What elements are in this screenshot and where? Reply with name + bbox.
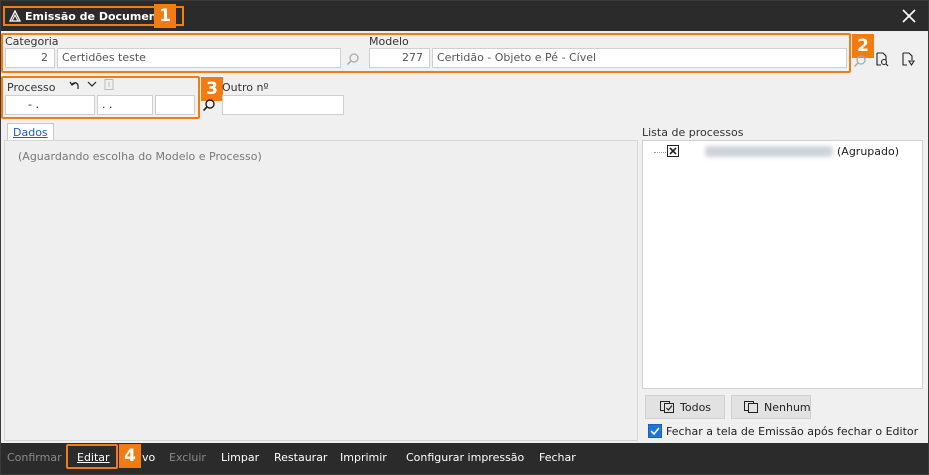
document-config-icon[interactable] <box>900 51 916 70</box>
footer-bar: Confirmar Editar 4 vo Excluir Limpar Res… <box>1 443 928 474</box>
imprimir-button[interactable]: Imprimir <box>340 451 387 464</box>
limpar-button[interactable]: Limpar <box>221 451 259 464</box>
fechar-checkbox-label: Fechar a tela de Emissão após fechar o E… <box>666 425 919 438</box>
dados-panel: (Aguardando escolha do Modelo e Processo… <box>4 140 638 441</box>
fechar-checkbox[interactable] <box>648 424 662 438</box>
outro-label: Outro nº <box>222 81 269 94</box>
fechar-button[interactable]: Fechar <box>539 451 576 464</box>
processo-search-icon[interactable] <box>202 98 216 115</box>
blurred-process-number <box>705 146 833 157</box>
nenhum-label: Nenhum <box>764 400 811 414</box>
nenhum-button[interactable]: Nenhum <box>731 395 811 419</box>
document-search-icon[interactable] <box>874 51 890 70</box>
todos-button[interactable]: Todos <box>645 395 725 419</box>
lista-item-suffix: (Agrupado) <box>837 145 900 158</box>
modelo-label: Modelo <box>369 35 409 48</box>
todos-label: Todos <box>680 400 712 414</box>
categoria-name-field[interactable]: Certidões teste <box>57 48 341 68</box>
modelo-code-field[interactable]: 277 <box>369 48 430 68</box>
processo-field-3[interactable] <box>155 95 195 115</box>
outro-field[interactable] <box>222 95 344 115</box>
tree-connector <box>654 152 666 153</box>
processo-field-2[interactable]: . . <box>97 95 153 115</box>
app-logo-icon <box>8 9 22 22</box>
categoria-code-field[interactable]: 2 <box>5 48 55 68</box>
restaurar-button[interactable]: Restaurar <box>274 451 327 464</box>
info-icon[interactable] <box>104 79 114 93</box>
title-bar: Emissão de Documentos 1 <box>1 1 928 31</box>
confirmar-button[interactable]: Confirmar <box>7 451 62 464</box>
lista-processos-label: Lista de processos <box>642 126 744 139</box>
processo-label: Processo <box>7 81 56 94</box>
chevron-down-icon[interactable] <box>87 79 97 92</box>
tab-dados[interactable]: Dados <box>7 123 54 141</box>
excluir-button[interactable]: Excluir <box>169 451 206 464</box>
checkbox-x-icon[interactable] <box>667 145 679 160</box>
editar-button[interactable]: Editar <box>77 451 110 464</box>
modelo-name-field[interactable]: Certidão - Objeto e Pé - Cível <box>432 48 847 68</box>
configurar-impressao-button[interactable]: Configurar impressão <box>406 451 524 464</box>
uncheck-all-icon <box>744 399 758 416</box>
emissao-window: Emissão de Documentos 1 2 Categoria 2 Ce… <box>0 0 929 475</box>
check-all-icon <box>660 399 674 416</box>
lista-processos-panel: (Agrupado) <box>642 140 923 389</box>
categoria-search-icon[interactable] <box>346 52 360 69</box>
annotation-badge-4: 4 <box>119 444 141 468</box>
annotation-badge-1: 1 <box>154 4 176 28</box>
modelo-search-icon[interactable] <box>853 54 867 71</box>
novo-button[interactable]: vo <box>142 451 155 464</box>
dados-placeholder-text: (Aguardando escolha do Modelo e Processo… <box>18 150 262 163</box>
undo-icon[interactable] <box>69 79 81 94</box>
close-icon[interactable] <box>898 5 920 27</box>
categoria-label: Categoria <box>5 35 59 48</box>
processo-field-1[interactable]: - . <box>5 95 95 115</box>
